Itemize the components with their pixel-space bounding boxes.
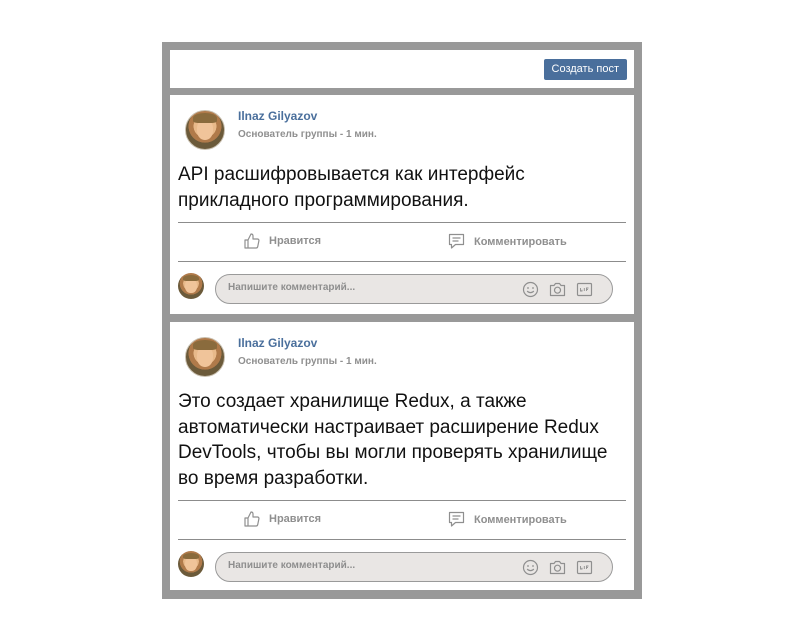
divider (178, 261, 626, 262)
post-card: Ilnaz Gilyazov Основатель группы - 1 мин… (170, 322, 634, 590)
comment-button[interactable]: Комментировать (448, 233, 567, 250)
author-avatar[interactable] (185, 337, 225, 377)
comment-bubble-icon (448, 511, 465, 527)
post-text: API расшифровывается как интерфейс прикл… (178, 164, 525, 211)
comment-label: Комментировать (474, 235, 567, 248)
smiley-icon[interactable] (522, 559, 539, 576)
camera-icon[interactable] (549, 559, 566, 576)
create-post-button[interactable]: Создать пост (543, 59, 627, 80)
smiley-icon[interactable] (522, 281, 539, 298)
author-name[interactable]: Ilnaz Gilyazov (238, 336, 317, 350)
divider (178, 539, 626, 540)
camera-icon[interactable] (549, 281, 566, 298)
current-user-avatar (178, 551, 204, 577)
gif-icon[interactable] (576, 281, 593, 298)
author-name[interactable]: Ilnaz Gilyazov (238, 109, 317, 123)
comment-input-box (215, 274, 613, 304)
comment-input[interactable] (228, 560, 508, 571)
post-meta: Основатель группы - 1 мин. (238, 129, 377, 140)
comment-input-box (215, 552, 613, 582)
current-user-avatar (178, 273, 204, 299)
divider (178, 222, 626, 223)
feed-toolbar: Создать пост (170, 50, 634, 88)
like-label: Нравится (269, 513, 322, 525)
like-button[interactable]: Нравится (244, 511, 321, 527)
like-button[interactable]: Нравится (244, 233, 321, 249)
post-meta: Основатель группы - 1 мин. (238, 356, 377, 367)
comment-button[interactable]: Комментировать (448, 511, 567, 528)
post-card: Ilnaz Gilyazov Основатель группы - 1 мин… (170, 95, 634, 314)
post-feed: Создать пост Ilnaz Gilyazov Основатель г… (162, 42, 642, 599)
like-label: Нравится (269, 235, 322, 247)
comment-label: Комментировать (474, 513, 567, 526)
author-avatar[interactable] (185, 110, 225, 150)
thumbs-up-icon (244, 511, 260, 527)
divider (178, 500, 626, 501)
comment-bubble-icon (448, 233, 465, 249)
post-text: Это создает хранилище Redux, а также авт… (178, 391, 608, 489)
comment-input[interactable] (228, 282, 508, 293)
gif-icon[interactable] (576, 559, 593, 576)
thumbs-up-icon (244, 233, 260, 249)
